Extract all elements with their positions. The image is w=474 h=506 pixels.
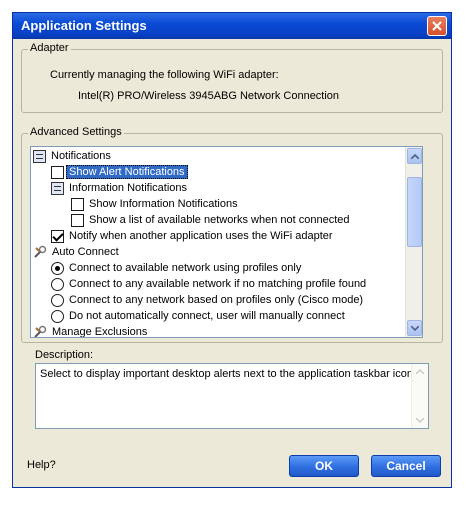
- tree-item-label: Show Alert Notifications: [66, 165, 188, 179]
- ok-button[interactable]: OK: [289, 455, 359, 477]
- advanced-settings-group: Advanced Settings Notifications Show Ale…: [21, 126, 443, 343]
- tree-item-information-notifications[interactable]: Information Notifications: [51, 180, 187, 196]
- tree-item-label: Notifications: [51, 150, 111, 162]
- tree-item-label: Show Information Notifications: [89, 198, 238, 210]
- radio-unselected-icon[interactable]: [51, 293, 64, 307]
- checkbox-unchecked-icon[interactable]: [51, 165, 64, 179]
- window-title: Application Settings: [21, 18, 147, 33]
- tree-scrollbar[interactable]: [405, 147, 422, 337]
- tree-item-connect-any-network[interactable]: Connect to any available network if no m…: [51, 276, 366, 292]
- description-label: Description:: [35, 349, 94, 361]
- tree-item-label: Connect to any available network if no m…: [69, 278, 367, 290]
- tree-item-label: Connect to available network using profi…: [69, 262, 302, 274]
- tree-item-cisco-mode[interactable]: Connect to any network based on profiles…: [51, 292, 363, 308]
- settings-tree[interactable]: Notifications Show Alert Notifications I…: [30, 146, 423, 338]
- tree-item-label: Notify when another application uses the…: [69, 230, 333, 242]
- chevron-up-icon: [416, 369, 424, 374]
- checkbox-checked-icon[interactable]: [51, 229, 64, 243]
- radio-selected-icon[interactable]: [51, 261, 64, 275]
- scroll-thumb[interactable]: [407, 177, 422, 247]
- tree-item-label: Manage Exclusions: [52, 326, 148, 338]
- tree-item-notifications[interactable]: Notifications: [33, 148, 111, 164]
- tree-item-notify-another-application[interactable]: Notify when another application uses the…: [51, 228, 333, 244]
- advanced-settings-group-label: Advanced Settings: [28, 126, 124, 138]
- description-box[interactable]: Select to display important desktop aler…: [35, 363, 429, 429]
- radio-unselected-icon[interactable]: [51, 309, 64, 323]
- tree-item-label: Auto Connect: [52, 246, 119, 258]
- chevron-up-icon: [410, 153, 419, 159]
- tree-item-connect-profiles-only[interactable]: Connect to available network using profi…: [51, 260, 301, 276]
- tree-item-auto-connect[interactable]: Auto Connect: [33, 244, 119, 260]
- adapter-name-text: Intel(R) PRO/Wireless 3945ABG Network Co…: [78, 90, 340, 102]
- tree-item-show-alert-notifications[interactable]: Show Alert Notifications: [51, 164, 188, 180]
- description-scrollbar[interactable]: [411, 364, 428, 428]
- notifications-node-icon: [33, 149, 46, 163]
- tree-item-label: Do not automatically connect, user will …: [69, 310, 345, 322]
- scroll-down-button[interactable]: [407, 320, 422, 336]
- auto-connect-tools-icon: [34, 245, 47, 258]
- help-link[interactable]: Help?: [27, 459, 56, 471]
- tree-item-label: Show a list of available networks when n…: [89, 214, 350, 226]
- tree-item-show-information-notifications[interactable]: Show Information Notifications: [71, 196, 238, 212]
- adapter-group: Adapter Currently managing the following…: [21, 42, 443, 113]
- chevron-down-icon: [416, 418, 424, 423]
- radio-unselected-icon[interactable]: [51, 277, 64, 291]
- adapter-group-label: Adapter: [28, 42, 71, 54]
- description-text: Select to display important desktop aler…: [40, 368, 417, 380]
- tree-item-label: Connect to any network based on profiles…: [69, 294, 364, 306]
- chevron-down-icon: [410, 325, 419, 331]
- title-bar[interactable]: Application Settings: [13, 13, 451, 39]
- manage-exclusions-tools-icon: [34, 325, 47, 337]
- cancel-button[interactable]: Cancel: [371, 455, 441, 477]
- tree-item-label: Information Notifications: [69, 182, 187, 194]
- checkbox-unchecked-icon[interactable]: [71, 213, 84, 227]
- tree-item-show-available-networks[interactable]: Show a list of available networks when n…: [71, 212, 350, 228]
- scroll-up-button[interactable]: [407, 148, 422, 164]
- tree-item-manual-connect[interactable]: Do not automatically connect, user will …: [51, 308, 345, 324]
- adapter-intro-text: Currently managing the following WiFi ad…: [50, 69, 279, 81]
- close-icon: [432, 21, 442, 31]
- information-node-icon: [51, 181, 64, 195]
- close-button[interactable]: [427, 16, 447, 36]
- tree-item-manage-exclusions[interactable]: Manage Exclusions: [33, 324, 148, 338]
- checkbox-unchecked-icon[interactable]: [71, 197, 84, 211]
- application-settings-window: Application Settings Adapter Currently m…: [12, 12, 452, 488]
